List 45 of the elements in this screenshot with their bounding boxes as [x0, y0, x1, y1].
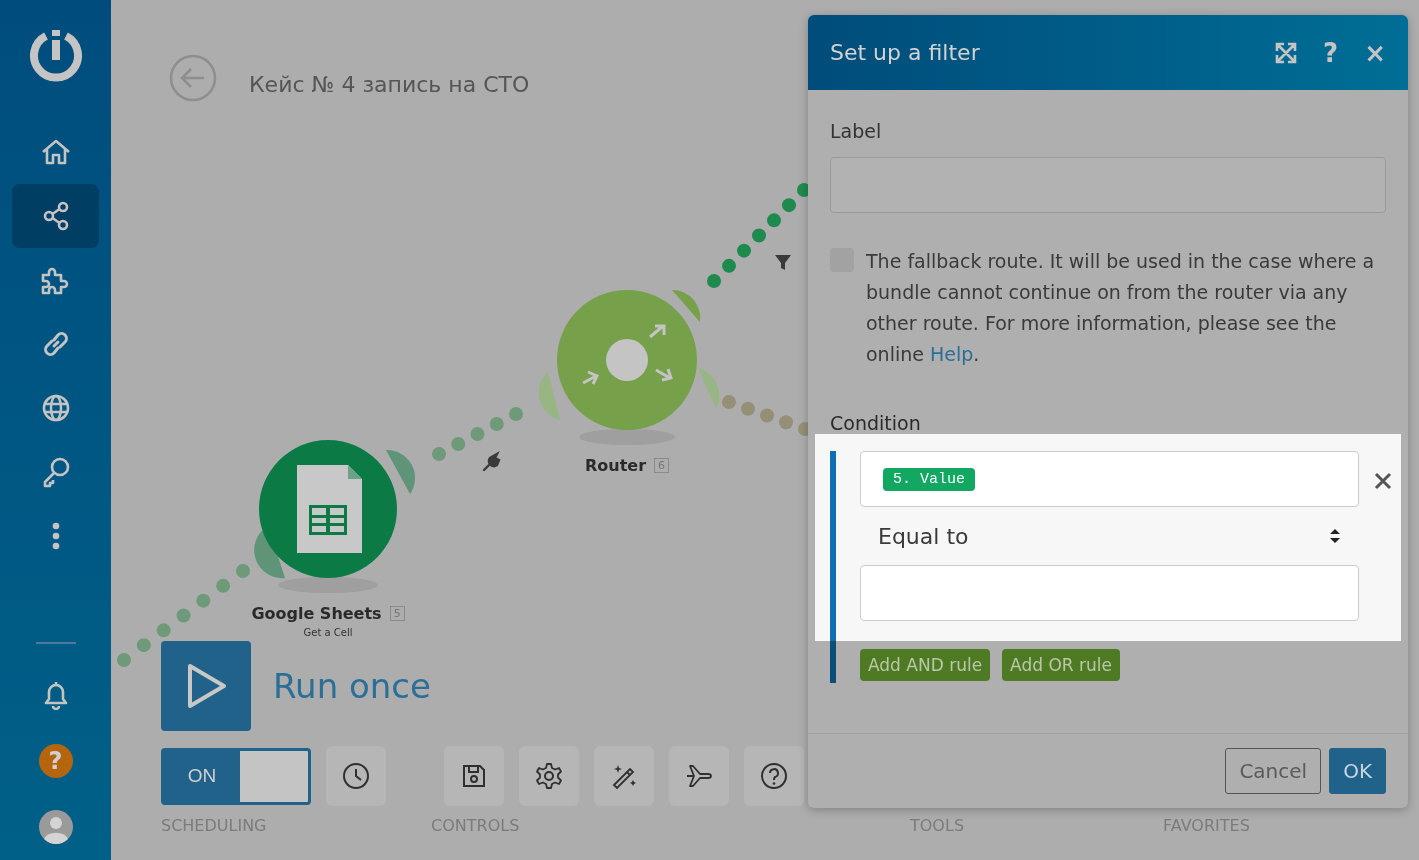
- scheduling-toggle[interactable]: ON: [161, 747, 311, 805]
- scenario-title[interactable]: Кейс № 4 запись на СТО: [249, 72, 530, 97]
- module-name: Router: [584, 456, 647, 475]
- logo-icon[interactable]: [28, 28, 83, 82]
- condition-label: Condition: [830, 412, 922, 434]
- sheets-module-drawing[interactable]: [254, 440, 416, 593]
- add-rule-button[interactable]: Add OR rule: [1002, 649, 1120, 681]
- toolbar-button[interactable]: [594, 746, 654, 806]
- help-button[interactable]: ?: [38, 744, 73, 778]
- share-icon: [41, 201, 70, 231]
- schedule-clock-button[interactable]: [326, 746, 386, 806]
- close-button[interactable]: ×: [1364, 37, 1386, 68]
- ok-button[interactable]: OK: [1329, 748, 1386, 794]
- operator-select[interactable]: Equal to: [860, 507, 1359, 565]
- dialog-title: Set up a filter: [830, 40, 981, 65]
- floppy-disk-icon: [461, 763, 487, 789]
- globe-icon: [40, 393, 71, 423]
- more-icon: [50, 522, 61, 550]
- settings-icon: [535, 762, 563, 790]
- module-name: Google Sheets: [251, 604, 382, 623]
- field-label: Label: [830, 120, 883, 142]
- sort-arrows-icon: [1329, 528, 1341, 544]
- toolbar-button[interactable]: [519, 746, 579, 806]
- variable-token[interactable]: 5. Value: [883, 467, 975, 491]
- airplane-icon: [684, 762, 714, 790]
- add-rule-button[interactable]: Add AND rule: [860, 649, 991, 681]
- help-button[interactable]: ?: [1323, 37, 1339, 68]
- run-once-button[interactable]: [161, 641, 251, 731]
- avatar-icon[interactable]: [38, 810, 73, 844]
- expand-button[interactable]: [1275, 41, 1298, 64]
- toolbar-button[interactable]: [744, 746, 804, 806]
- fallback-description: The fallback route. It will be used in the case where a bundle cannot continue on from the router via any other route. For more information, please see the online Help.: [866, 249, 1376, 367]
- run-once-label[interactable]: Run once: [273, 666, 431, 706]
- help-link[interactable]: Help: [930, 343, 974, 365]
- value-field[interactable]: [860, 565, 1359, 621]
- label-input[interactable]: [830, 157, 1386, 213]
- toolbar-button[interactable]: [669, 746, 729, 806]
- module-action: Get a Cell: [303, 627, 353, 638]
- toolbar-button[interactable]: [444, 746, 504, 806]
- clock-icon: [342, 762, 370, 790]
- wrench-icon[interactable]: [482, 452, 501, 472]
- help-icon: [760, 762, 788, 790]
- filter-icon[interactable]: [775, 255, 791, 270]
- sidebar-item[interactable]: [12, 184, 99, 248]
- cancel-button[interactable]: Cancel: [1225, 748, 1322, 794]
